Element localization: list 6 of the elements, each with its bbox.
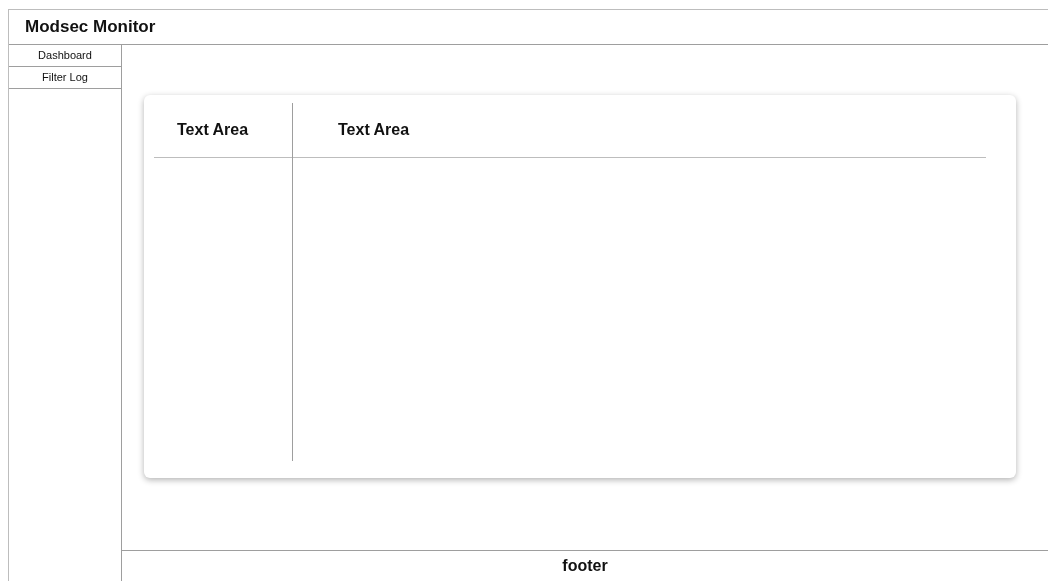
column-heading: Text Area — [177, 120, 249, 140]
sidebar-item[interactable]: Dashboard — [9, 45, 121, 67]
app-title: Modsec Monitor — [25, 16, 156, 39]
column-heading: Text Area — [338, 120, 410, 140]
footer-text: footer — [562, 556, 608, 576]
sidebar-item[interactable]: Filter Log — [9, 67, 121, 89]
